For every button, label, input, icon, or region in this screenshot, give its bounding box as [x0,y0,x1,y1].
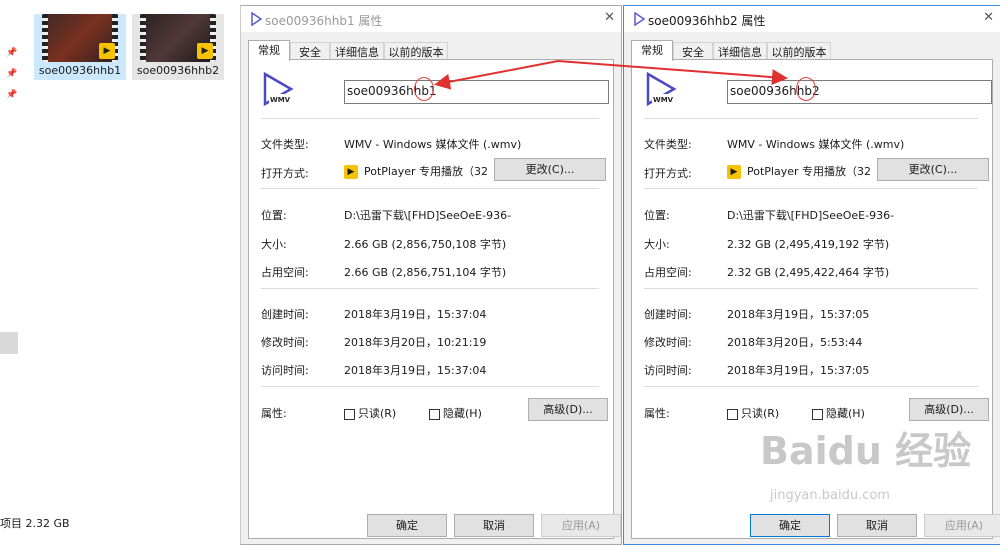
tab-general[interactable]: 常规 [631,40,673,61]
arrow-right [557,60,788,86]
arrow-left [434,60,559,90]
baidu-watermark: Baidu 经验 [760,429,972,473]
watermark-url: jingyan.baidu.com [770,488,890,503]
tab-general[interactable]: 常规 [248,40,290,61]
